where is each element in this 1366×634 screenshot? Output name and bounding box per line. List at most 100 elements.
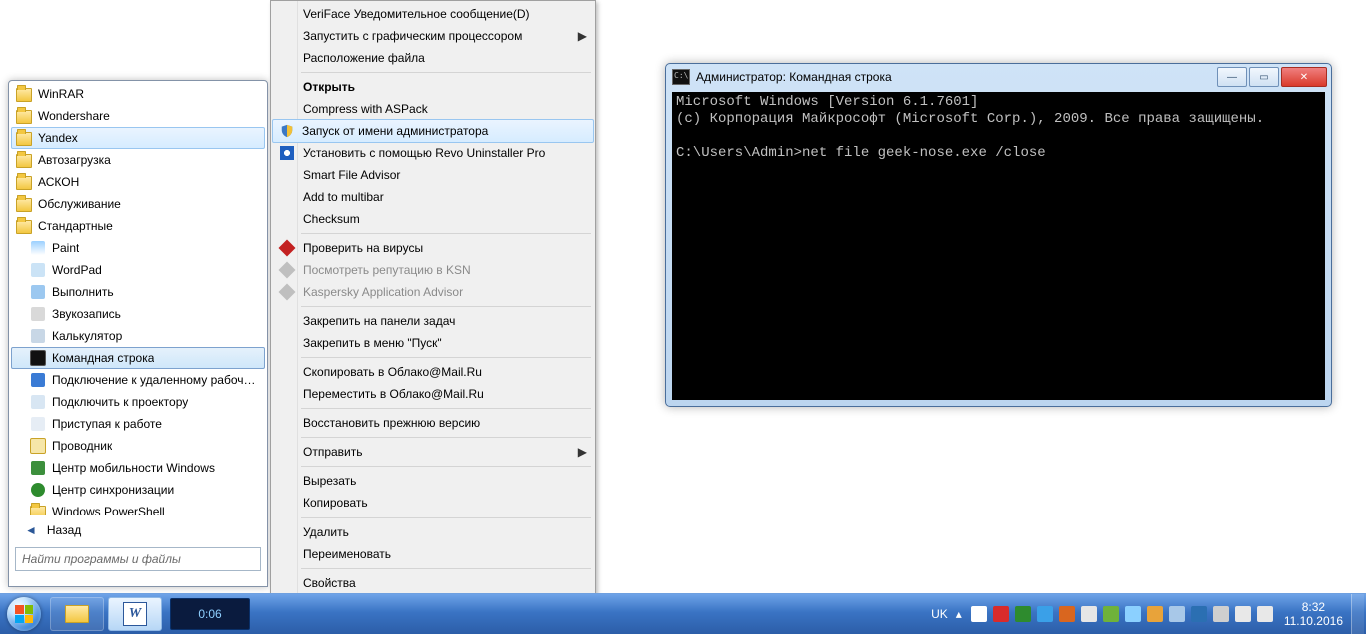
start-menu-item[interactable]: Подключить к проектору [11,391,265,413]
back-arrow-icon: ◄ [25,523,37,537]
tray-icon[interactable] [1103,606,1119,622]
start-menu-item[interactable]: Подключение к удаленному рабочему [11,369,265,391]
start-menu-item[interactable]: Wondershare [11,105,265,127]
start-menu-item-label: АСКОН [38,175,79,189]
show-desktop-button[interactable] [1351,594,1364,634]
tray-icon[interactable] [1147,606,1163,622]
context-menu-item[interactable]: Запустить с графическим процессором▶ [273,25,593,47]
start-menu-item-label: Подключить к проектору [52,395,188,409]
start-menu-item-label: WordPad [52,263,102,277]
start-menu-item[interactable]: Стандартные [11,215,265,237]
word-icon: W [123,602,147,626]
start-menu-item-label: Yandex [38,131,78,145]
explorer-icon [30,438,46,454]
context-menu-item-label: Smart File Advisor [303,168,400,182]
context-menu-item[interactable]: Скопировать в Облако@Mail.Ru [273,361,593,383]
maximize-button[interactable]: ▭ [1249,67,1279,87]
language-indicator[interactable]: UK [931,607,948,621]
taskbar-pin-explorer[interactable] [50,597,104,631]
context-menu-item[interactable]: Переименовать [273,543,593,565]
start-button[interactable] [0,594,48,634]
start-menu-item[interactable]: WinRAR [11,83,265,105]
start-menu-item[interactable]: Командная строка [11,347,265,369]
context-menu-item[interactable]: Открыть [273,76,593,98]
context-menu-item-label: Свойства [303,576,356,590]
search-placeholder: Найти программы и файлы [22,552,181,566]
minimize-button[interactable]: — [1217,67,1247,87]
tray-icon[interactable] [1169,606,1185,622]
cmd-titlebar[interactable]: Администратор: Командная строка — ▭ ✕ [666,64,1331,90]
start-menu-back[interactable]: ◄ Назад [9,519,267,541]
start-menu: WinRAR Wondershare Yandex Автозагрузка АСКОН… [8,80,268,587]
start-menu-item[interactable]: WordPad [11,259,265,281]
tray-icon[interactable] [1191,606,1207,622]
start-menu-item-label: Командная строка [52,351,154,365]
taskbar-clock[interactable]: 8:32 11.10.2016 [1276,600,1351,628]
start-menu-item[interactable]: Paint [11,237,265,259]
context-menu-item[interactable]: Запуск от имени администратора [272,119,594,143]
start-menu-item[interactable]: Выполнить [11,281,265,303]
context-menu-item[interactable]: Smart File Advisor [273,164,593,186]
context-menu-item[interactable]: Вырезать [273,470,593,492]
context-menu-item[interactable]: Расположение файла [273,47,593,69]
context-menu-item[interactable]: Закрепить в меню "Пуск" [273,332,593,354]
context-menu-item[interactable]: Копировать [273,492,593,514]
context-menu-item[interactable]: Закрепить на панели задач [273,310,593,332]
context-menu-item[interactable]: Переместить в Облако@Mail.Ru [273,383,593,405]
context-menu-separator [301,306,591,307]
context-menu-item[interactable]: Compress with ASPack [273,98,593,120]
context-menu-item[interactable]: Восстановить прежнюю версию [273,412,593,434]
rdp-icon [30,372,46,388]
start-menu-item[interactable]: Центр синхронизации [11,479,265,501]
taskbar-av-clock[interactable]: 0:06 [170,598,250,630]
context-menu-item-label: VeriFace Уведомительное сообщение(D) [303,7,530,21]
start-menu-search[interactable]: Найти программы и файлы [15,547,261,571]
taskbar-pin-word[interactable]: W [108,597,162,631]
start-menu-item-label: Звукозапись [52,307,121,321]
cmd-window: Администратор: Командная строка — ▭ ✕ Mi… [665,63,1332,407]
context-menu-item[interactable]: Отправить▶ [273,441,593,463]
context-menu-item[interactable]: Свойства [273,572,593,594]
tray-icon[interactable] [1081,606,1097,622]
context-menu-item-label: Закрепить в меню "Пуск" [303,336,442,350]
start-menu-item[interactable]: Калькулятор [11,325,265,347]
folder-icon [16,196,32,212]
folder-icon [16,174,32,190]
start-menu-item-label: Проводник [52,439,112,453]
context-menu-item-label: Установить с помощью Revo Uninstaller Pr… [303,146,545,160]
tray-overflow-icon[interactable]: ▴ [956,607,962,621]
system-tray: UK ▴ 8:32 11.10.2016 [931,594,1366,634]
cmd-client-area[interactable]: Microsoft Windows [Version 6.1.7601] (c)… [672,92,1325,400]
start-menu-item[interactable]: Yandex [11,127,265,149]
close-button[interactable]: ✕ [1281,67,1327,87]
start-menu-item[interactable]: АСКОН [11,171,265,193]
context-menu-item[interactable]: Проверить на вирусы [273,237,593,259]
tray-icon[interactable] [971,606,987,622]
start-menu-item[interactable]: Приступая к работе [11,413,265,435]
context-menu-item[interactable]: Удалить [273,521,593,543]
cmd-title: Администратор: Командная строка [696,70,1215,84]
start-menu-item[interactable]: Обслуживание [11,193,265,215]
start-menu-item[interactable]: Автозагрузка [11,149,265,171]
tray-icon[interactable] [1037,606,1053,622]
start-menu-item[interactable]: Проводник [11,435,265,457]
context-menu-item-label: Запуск от имени администратора [302,124,488,138]
tray-icon[interactable] [1257,606,1273,622]
context-menu-item[interactable]: Add to multibar [273,186,593,208]
context-menu-item[interactable]: Установить с помощью Revo Uninstaller Pr… [273,142,593,164]
tray-icon[interactable] [1235,606,1251,622]
start-menu-item[interactable]: Windows PowerShell [11,501,265,515]
start-menu-list: WinRAR Wondershare Yandex Автозагрузка АСКОН… [9,81,267,515]
tray-icon[interactable] [1059,606,1075,622]
run-icon [30,284,46,300]
context-menu-item[interactable]: Checksum [273,208,593,230]
start-menu-item[interactable]: Центр мобильности Windows [11,457,265,479]
context-menu-item[interactable]: VeriFace Уведомительное сообщение(D) [273,3,593,25]
tray-icon[interactable] [1125,606,1141,622]
tray-icon[interactable] [993,606,1009,622]
tray-icon[interactable] [1015,606,1031,622]
tray-icon[interactable] [1213,606,1229,622]
proj-icon [30,394,46,410]
start-menu-item[interactable]: Звукозапись [11,303,265,325]
start-menu-item-label: WinRAR [38,87,84,101]
